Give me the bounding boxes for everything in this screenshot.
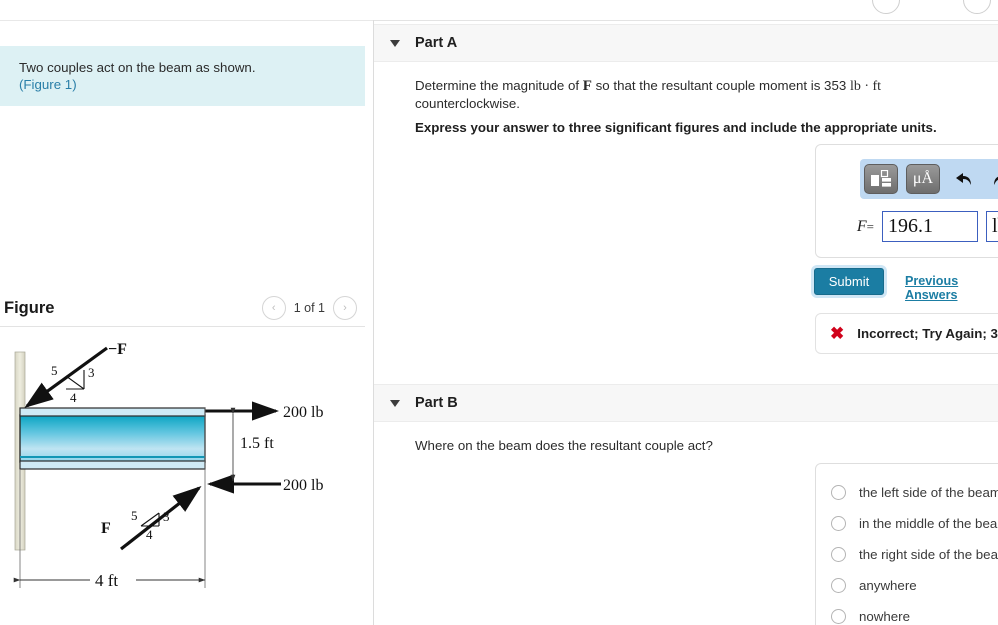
top-circle-button-1[interactable] bbox=[872, 0, 900, 14]
slope-top-vert-label: 3 bbox=[88, 365, 95, 380]
force-top-label: −F bbox=[108, 341, 127, 358]
question-variable-F: F bbox=[582, 78, 592, 94]
beam-bottom-flange bbox=[19, 460, 206, 470]
question-mid: so that the resultant couple moment is 3… bbox=[591, 78, 850, 93]
right-answer-panel: Part A Determine the magnitude of F so t… bbox=[374, 0, 998, 625]
previous-answers-link[interactable]: Previous Answers bbox=[905, 274, 998, 302]
redo-glyph bbox=[993, 176, 998, 185]
units-glyph: μÅ bbox=[912, 170, 934, 187]
figure-1-link[interactable]: (Figure 1) bbox=[19, 77, 77, 92]
answer-entry-box: μÅ F= 196.1 lb bbox=[815, 144, 998, 258]
dim-horizontal-label: 4 ft bbox=[95, 571, 118, 590]
undo-icon[interactable] bbox=[948, 164, 978, 194]
choice-option[interactable]: the left side of the beam bbox=[816, 477, 998, 508]
part-a-header[interactable]: Part A bbox=[374, 24, 998, 62]
part-a-question: Determine the magnitude of F so that the… bbox=[415, 77, 955, 112]
template-glyph bbox=[871, 170, 891, 187]
question-post: counterclockwise. bbox=[415, 96, 520, 111]
radio-icon[interactable] bbox=[831, 516, 846, 531]
feedback-text: Incorrect; Try Again; 3 attempts remaini… bbox=[857, 326, 998, 341]
radio-icon[interactable] bbox=[831, 578, 846, 593]
slope-bot-vert-label: 3 bbox=[163, 509, 170, 524]
radio-icon[interactable] bbox=[831, 609, 846, 624]
question-units: lb · ft bbox=[849, 79, 882, 94]
load-top-label: 200 lb bbox=[283, 404, 323, 421]
figure-header: Figure ‹ 1 of 1 › bbox=[0, 292, 365, 324]
radio-icon[interactable] bbox=[831, 485, 846, 500]
incorrect-icon: ✖ bbox=[830, 324, 845, 343]
part-b-choices: the left side of the beam in the middle … bbox=[815, 463, 998, 625]
left-problem-panel: Two couples act on the beam as shown. (F… bbox=[0, 0, 374, 625]
load-bottom-label: 200 lb bbox=[283, 477, 323, 494]
choice-option[interactable]: the right side of the beam bbox=[816, 539, 998, 570]
part-b-question: Where on the beam does the resultant cou… bbox=[415, 438, 713, 453]
choice-label: nowhere bbox=[859, 609, 911, 624]
feedback-banner: ✖ Incorrect; Try Again; 3 attempts remai… bbox=[815, 313, 998, 354]
part-b-label: Part B bbox=[415, 395, 458, 411]
beam-top-flange bbox=[19, 407, 206, 417]
page-root: Two couples act on the beam as shown. (F… bbox=[0, 0, 998, 625]
chevron-down-icon[interactable] bbox=[390, 399, 400, 407]
choice-option[interactable]: anywhere bbox=[816, 570, 998, 601]
choice-option[interactable]: nowhere bbox=[816, 601, 998, 625]
figure-prev-button[interactable]: ‹ bbox=[261, 296, 286, 320]
dim-vertical-label: 1.5 ft bbox=[240, 435, 274, 452]
part-b-header[interactable]: Part B bbox=[374, 384, 998, 422]
choice-label: the right side of the beam bbox=[859, 547, 998, 562]
answer-input-row: F= bbox=[828, 211, 998, 242]
top-circle-button-2[interactable] bbox=[963, 0, 991, 14]
top-bar bbox=[0, 0, 998, 20]
units-icon[interactable]: μÅ bbox=[906, 164, 940, 194]
redo-icon[interactable] bbox=[986, 164, 998, 194]
figure-diagram: −F 5 3 4 200 lb 200 lb 1.5 ft F 5 3 4 4 … bbox=[0, 330, 373, 625]
choice-label: the left side of the beam bbox=[859, 485, 998, 500]
answer-unit-input[interactable] bbox=[986, 211, 998, 242]
radio-icon[interactable] bbox=[831, 547, 846, 562]
submit-button[interactable]: Submit bbox=[814, 268, 884, 295]
part-a-label: Part A bbox=[415, 35, 458, 51]
undo-glyph bbox=[955, 173, 971, 185]
variable-symbol: F bbox=[856, 217, 867, 235]
question-pre: Determine the magnitude of bbox=[415, 78, 583, 93]
chevron-down-icon[interactable] bbox=[390, 39, 400, 47]
figure-title: Figure bbox=[4, 298, 55, 317]
figure-page-count: 1 of 1 bbox=[293, 301, 325, 315]
math-toolbar: μÅ bbox=[860, 159, 998, 199]
part-a-instruction: Express your answer to three significant… bbox=[415, 120, 937, 135]
answer-variable-label: F= bbox=[828, 218, 882, 236]
slope-bot-horiz-label: 4 bbox=[146, 527, 153, 542]
problem-statement-text: Two couples act on the beam as shown. bbox=[19, 60, 256, 75]
slope-bot-hyp-label: 5 bbox=[131, 508, 138, 523]
beam-diagram-svg: −F 5 3 4 200 lb 200 lb 1.5 ft F 5 3 4 4 … bbox=[13, 341, 323, 590]
top-divider bbox=[0, 20, 373, 21]
slope-top-hyp-label: 5 bbox=[51, 363, 58, 378]
force-bottom-label: F bbox=[101, 520, 111, 537]
template-icon[interactable] bbox=[864, 164, 898, 194]
beam-body bbox=[19, 414, 206, 463]
choice-label: in the middle of the beam bbox=[859, 516, 998, 531]
top-bar-divider bbox=[374, 20, 998, 21]
equals-sign: = bbox=[866, 218, 874, 234]
slope-tri-top-hyp bbox=[65, 375, 85, 390]
choice-label: anywhere bbox=[859, 578, 917, 593]
problem-statement-box: Two couples act on the beam as shown. (F… bbox=[0, 46, 365, 106]
choice-option[interactable]: in the middle of the beam bbox=[816, 508, 998, 539]
answer-value-input[interactable] bbox=[882, 211, 978, 242]
figure-divider bbox=[0, 326, 365, 327]
figure-nav: ‹ 1 of 1 › bbox=[261, 296, 357, 320]
slope-top-horiz-label: 4 bbox=[70, 390, 77, 405]
figure-next-button[interactable]: › bbox=[333, 296, 357, 320]
